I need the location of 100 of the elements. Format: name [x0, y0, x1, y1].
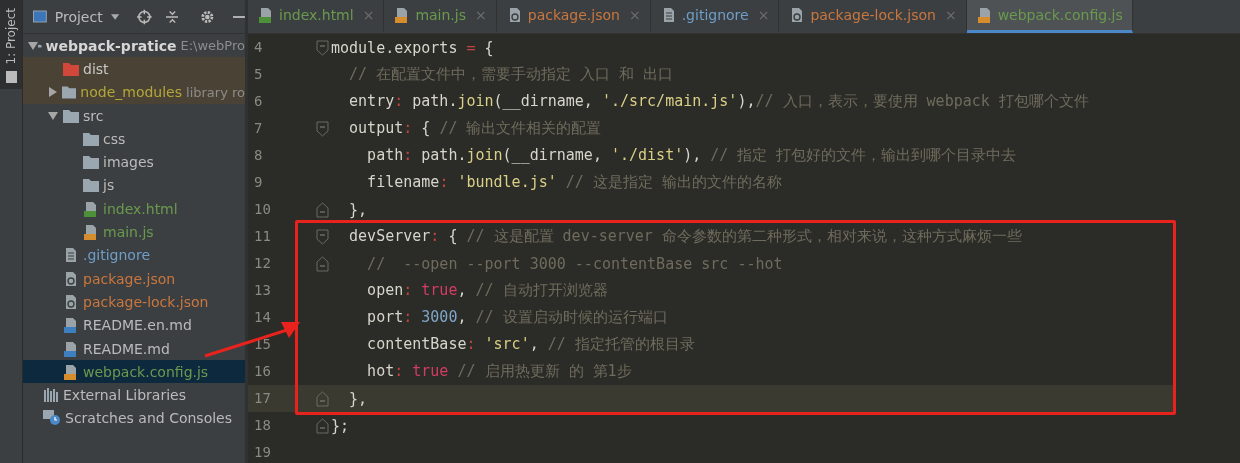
code-line: // 在配置文件中，需要手动指定 入口 和 出口 [348, 65, 674, 84]
line-number: 16 [253, 362, 272, 381]
tree-item[interactable]: node_modules library ro [23, 80, 245, 104]
code-line: filename: 'bundle.js' // 这是指定 输出的文件的名称 [366, 173, 782, 192]
item-label: node_modules [80, 84, 182, 101]
folder-icon [83, 178, 99, 193]
item-hint: library ro [186, 84, 245, 100]
item-label: css [103, 130, 126, 147]
tree-item[interactable]: css [23, 127, 245, 151]
minimize-icon[interactable] [233, 14, 245, 19]
tree-item[interactable]: .gitignore [23, 243, 245, 267]
tree-item[interactable]: src [23, 103, 245, 128]
line-number: 7 [253, 119, 264, 138]
panel-title[interactable]: Project [54, 8, 103, 25]
folder-icon [83, 131, 99, 146]
tab-label: package-lock.json [810, 7, 936, 23]
code-line: }, [348, 389, 368, 408]
code-line: }; [331, 416, 350, 435]
code-line: output: { // 输出文件相关的配置 [348, 119, 602, 138]
js-file-icon [976, 7, 993, 23]
scratch-clock-icon [43, 410, 61, 427]
tab-label: package.json [527, 7, 620, 23]
crosshair-icon[interactable] [136, 8, 152, 25]
line-number: 5 [253, 65, 264, 84]
tab-label: .gitignore [681, 7, 749, 23]
editor-tab[interactable]: webpack.config.js [966, 0, 1133, 33]
tab-close[interactable]: × [944, 7, 957, 23]
fold-marker-icon[interactable] [316, 201, 329, 218]
code-line: open: true, // 自动打开浏览器 [366, 281, 608, 300]
tree-item[interactable]: Scratches and Consoles [23, 406, 245, 431]
side-tool-tab[interactable]: 1: Project [0, 0, 22, 89]
tab-label: index.html [279, 7, 354, 23]
tree-item[interactable]: External Libraries [23, 383, 245, 407]
item-label: package-lock.json [83, 293, 209, 310]
fold-marker-icon[interactable] [316, 39, 329, 56]
folder-icon [63, 61, 79, 76]
code-line: port: 3000, // 设置启动时候的运行端口 [366, 308, 668, 327]
fold-marker-icon[interactable] [316, 255, 329, 272]
json-file-icon [63, 293, 79, 310]
folder-icon [83, 155, 99, 170]
fold-marker-icon[interactable] [316, 390, 329, 407]
line-number: 4 [253, 38, 264, 57]
dropdown-caret-icon[interactable] [110, 13, 119, 20]
item-label: README.md [83, 340, 170, 357]
folder-icon [5, 70, 17, 83]
tree-item[interactable]: main.js [23, 220, 245, 244]
settings-icon[interactable] [200, 8, 216, 25]
fold-marker-icon[interactable] [316, 228, 329, 245]
line-number: 19 [253, 443, 272, 462]
item-label: index.html [103, 200, 178, 217]
tab-label: webpack.config.js [997, 7, 1123, 23]
tab-close[interactable]: × [757, 7, 770, 23]
item-label: dist [83, 60, 109, 77]
tab-close[interactable]: × [628, 7, 641, 23]
folder-icon [61, 85, 77, 100]
tree-item[interactable]: package-lock.json [23, 290, 245, 314]
fold-marker-icon[interactable] [316, 120, 329, 137]
code-line: // --open --port 3000 --contentBase src --hot [366, 254, 783, 273]
code-line: path: path.join(__dirname, './dist'), // 指定 打包好的文件，输出到哪个目录中去 [366, 146, 1017, 165]
line-number: 12 [253, 254, 272, 273]
item-label: webpack.config.js [83, 363, 209, 380]
line-number: 18 [253, 416, 272, 435]
tab-close[interactable]: × [475, 7, 487, 23]
tree-item[interactable]: index.html [23, 197, 245, 221]
tree-item[interactable]: webpack.config.js [23, 360, 245, 384]
item-label: webpack-pratice [45, 37, 177, 54]
item-label: .gitignore [83, 247, 150, 264]
js-file-icon [63, 363, 79, 380]
code-line: hot: true // 启用热更新 的 第1步 [366, 362, 632, 381]
json-file-icon [63, 270, 79, 287]
tree-item[interactable]: js [23, 173, 245, 198]
expanded-arrow-icon[interactable] [48, 110, 58, 121]
folder-icon [63, 108, 79, 123]
tree-item[interactable]: images [23, 150, 245, 174]
markdown-file-icon [63, 340, 79, 357]
tree-item[interactable]: package.json [23, 266, 245, 291]
code-line: module.exports = { [331, 38, 494, 57]
fold-marker-icon[interactable] [316, 417, 329, 434]
tree-item[interactable]: README.md [23, 336, 245, 361]
line-number: 13 [253, 281, 272, 300]
js-file-icon [83, 224, 99, 240]
text-file-icon [63, 247, 79, 264]
line-number: 9 [253, 173, 264, 192]
tree-item[interactable]: webpack-pratice E:\webPro [23, 34, 245, 58]
collapsed-arrow-icon[interactable] [48, 87, 58, 98]
item-label: src [83, 107, 104, 124]
item-label: README.en.md [83, 317, 192, 334]
line-number: 14 [253, 308, 272, 327]
code-line: entry: path.join(__dirname, './src/main.js'),// 入口，表示，要使用 webpack 打包哪个文件 [348, 92, 1089, 111]
markdown-file-icon [63, 317, 79, 334]
tree-item[interactable]: README.en.md [23, 313, 245, 337]
expanded-arrow-icon[interactable] [28, 40, 38, 51]
line-number: 10 [253, 200, 272, 219]
item-label: images [103, 154, 154, 171]
collapse-all-icon[interactable] [165, 9, 179, 24]
tree-item[interactable]: dist [23, 57, 245, 81]
line-number: 8 [253, 146, 264, 165]
html-file-icon [83, 200, 99, 217]
tab-close[interactable]: × [362, 7, 375, 23]
item-label: main.js [103, 224, 154, 240]
